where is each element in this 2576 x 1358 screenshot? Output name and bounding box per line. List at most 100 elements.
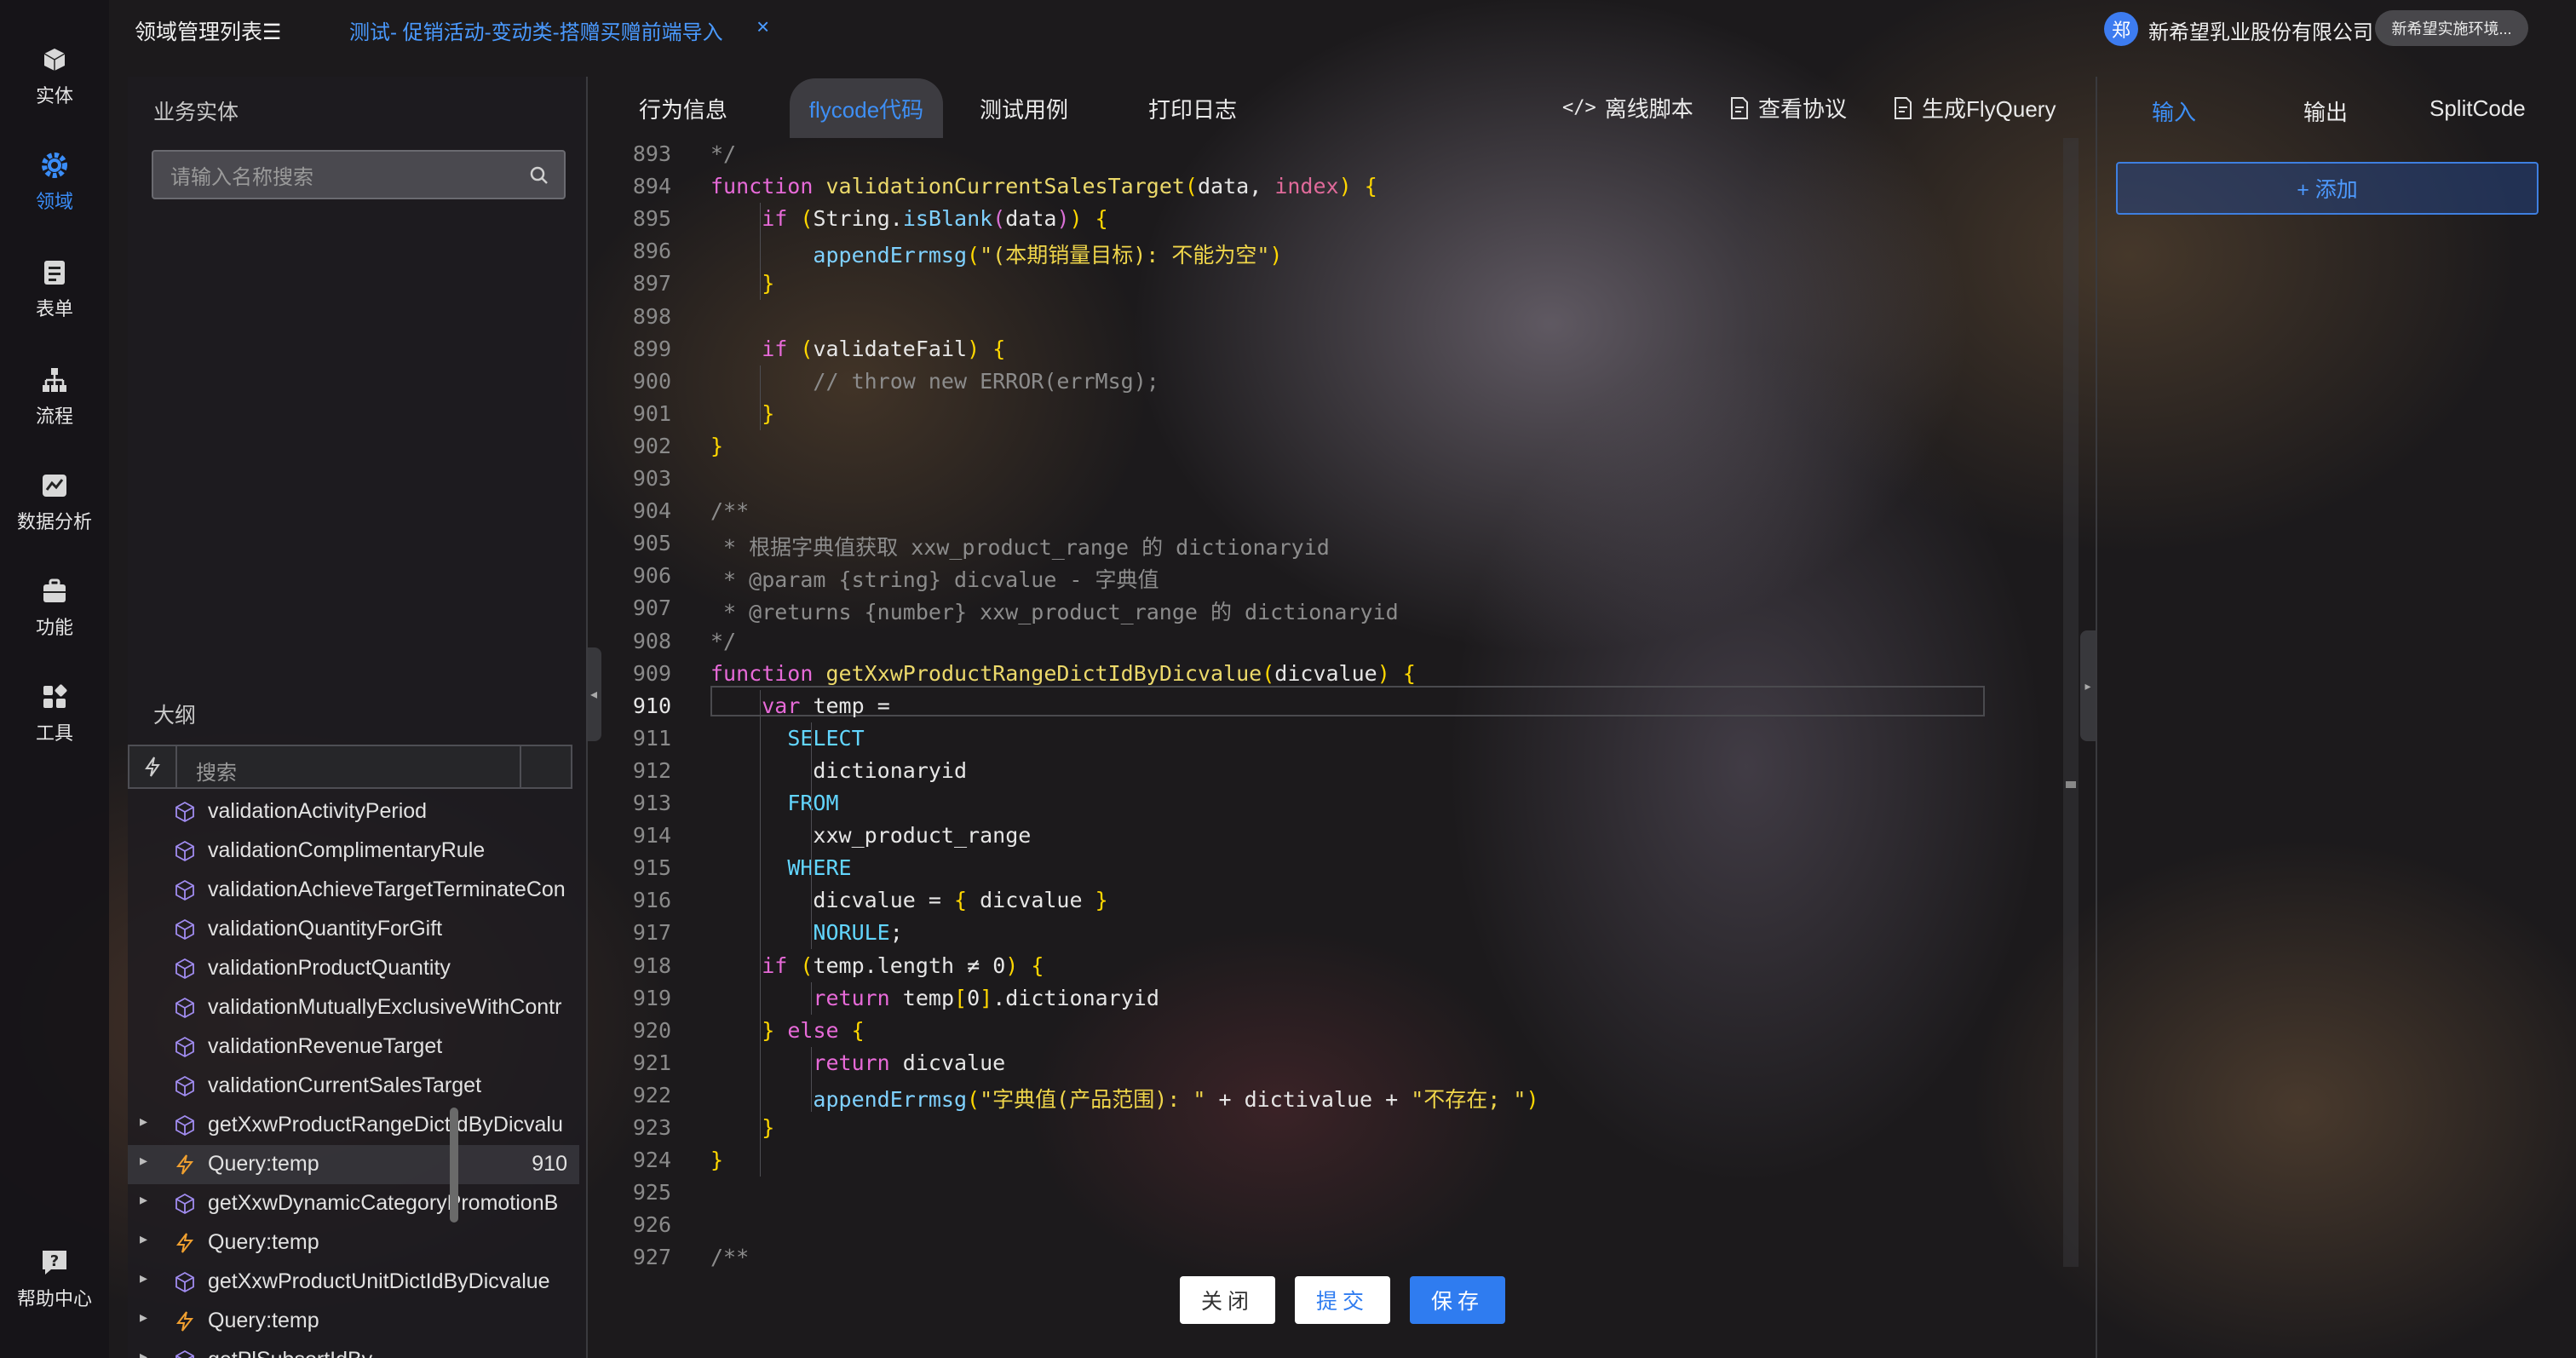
code-text[interactable]: } else { [710,1018,864,1043]
expand-caret-icon[interactable]: ▸ [140,1269,147,1287]
code-text[interactable]: var temp = [710,693,890,718]
code-text[interactable]: SELECT [710,726,864,751]
expand-caret-icon[interactable]: ▸ [140,1152,147,1170]
code-line[interactable]: 919 return temp[0].dictionaryid [615,982,2079,1015]
code-line[interactable]: 917 NORULE; [615,917,2079,949]
expand-caret-icon[interactable]: ▸ [140,1191,147,1209]
nav-item-entity[interactable]: 实体 [0,34,109,119]
code-text[interactable]: } [710,271,774,296]
outline-item[interactable]: ▸ getPlSubsortIdBy... [128,1341,579,1358]
code-text[interactable]: /** [710,498,749,523]
generate-flyquery-button[interactable]: 生成FlyQuery [1893,92,2056,124]
code-line[interactable]: 925 [615,1177,2079,1209]
outline-item[interactable]: ▸ getXxwProductRangeDictIdByDicvalu [128,1106,579,1145]
add-input-button[interactable]: + 添加 [2116,162,2539,215]
close-button[interactable]: 关闭 [1180,1276,1275,1324]
outline-item[interactable]: validationRevenueTarget [128,1027,579,1067]
code-line[interactable]: 893 */ [615,138,2079,170]
nav-item-function[interactable]: 功能 [0,566,109,651]
code-text[interactable]: function validationCurrentSalesTarget(da… [710,174,1377,199]
code-line[interactable]: 923 } [615,1112,2079,1144]
code-text[interactable]: } [710,1148,723,1172]
outline-search-input[interactable]: 搜索 [128,745,572,789]
close-icon[interactable]: × [756,14,769,40]
outline-item[interactable]: ▸ getXxwDynamicCategoryPromotionB [128,1184,579,1223]
tab-splitcode[interactable]: SplitCode [2429,95,2526,122]
code-line[interactable]: 922 appendErrmsg("字典值(产品范围): " + dictiva… [615,1079,2079,1112]
code-line[interactable]: 920 } else { [615,1015,2079,1047]
code-text[interactable]: appendErrmsg("(本期销量目标): 不能为空") [710,239,1282,269]
view-protocol-button[interactable]: 查看协议 [1729,92,1847,124]
code-text[interactable]: * @param {string} dicvalue - 字典值 [710,563,1159,594]
code-line[interactable]: 910 var temp = [615,690,2079,722]
code-line[interactable]: 895 if (String.isBlank(data)) { [615,203,2079,235]
code-text[interactable]: return dicvalue [710,1050,1005,1075]
collapse-left-handle[interactable]: ◂ [586,647,601,741]
code-line[interactable]: 902} [615,430,2079,463]
avatar[interactable]: 郑 [2104,12,2138,46]
submit-button[interactable]: 提交 [1295,1276,1390,1324]
bolt-icon[interactable] [129,746,177,787]
code-text[interactable]: dictionaryid [710,758,967,783]
outline-item[interactable]: validationAchieveTargetTerminateCon [128,871,579,910]
expand-caret-icon[interactable]: ▸ [140,1309,147,1326]
code-line[interactable]: 904 /** [615,495,2079,527]
code-line[interactable]: 898 [615,301,2079,333]
outline-item[interactable]: validationComplimentaryRule [128,831,579,871]
code-line[interactable]: 897 } [615,268,2079,300]
editor-scrollbar[interactable] [2063,138,2079,1267]
expand-caret-icon[interactable]: ▸ [140,1230,147,1248]
code-text[interactable]: appendErrmsg("字典值(产品范围): " + dictivalue … [710,1083,1538,1113]
code-text[interactable]: * @returns {number} xxw_product_range 的 … [710,596,1399,626]
tab-output[interactable]: 输出 [2303,95,2348,127]
environment-badge[interactable]: 新希望实施环境... [2375,10,2528,46]
outline-item[interactable]: ▸ Query:temp [128,1223,579,1263]
nav-item-form[interactable]: 表单 [0,247,109,332]
nav-item-domain[interactable]: 领域 [0,140,109,225]
code-text[interactable]: */ [710,629,736,653]
code-line[interactable]: 918 if (temp.length ≠ 0) { [615,950,2079,982]
code-text[interactable]: } [710,1115,774,1140]
outline-item-selected[interactable]: ▸ Query:temp 910 [128,1145,579,1184]
code-text[interactable]: if (String.isBlank(data)) { [710,206,1108,231]
tab-print-log[interactable]: 打印日志 [1124,78,1261,138]
tab-test-cases[interactable]: 测试用例 [956,78,1092,138]
outline-item[interactable]: ▸ Query:temp [128,1302,579,1341]
code-line[interactable]: 901 } [615,398,2079,430]
nav-item-flow[interactable]: 流程 [0,354,109,440]
code-text[interactable]: if (validateFail) { [710,337,1005,361]
nav-item-analytics[interactable]: 数据分析 [0,460,109,545]
outline-item[interactable]: validationMutuallyExclusiveWithContr [128,988,579,1027]
code-text[interactable]: NORULE; [710,920,902,945]
outline-search-action[interactable] [520,746,571,787]
code-text[interactable]: } [710,401,774,426]
code-line[interactable]: 916 dicvalue = { dicvalue } [615,884,2079,917]
code-line[interactable]: 907 * @returns {number} xxw_product_rang… [615,592,2079,624]
code-text[interactable]: * 根据字典值获取 xxw_product_range 的 dictionary… [710,531,1330,561]
code-text[interactable]: // throw new ERROR(errMsg); [710,369,1159,394]
code-line[interactable]: 915 WHERE [615,852,2079,884]
code-line[interactable]: 926 [615,1209,2079,1241]
entity-search-input[interactable]: 请输入名称搜索 [152,150,566,199]
code-text[interactable]: xxw_product_range [710,823,1031,848]
code-line[interactable]: 921 return dicvalue [615,1047,2079,1079]
code-line[interactable]: 906 * @param {string} dicvalue - 字典值 [615,560,2079,592]
code-line[interactable]: 913 FROM [615,787,2079,820]
code-text[interactable]: return temp[0].dictionaryid [710,986,1159,1010]
code-line[interactable]: 912 dictionaryid [615,755,2079,787]
outline-item[interactable]: validationQuantityForGift [128,910,579,949]
code-line[interactable]: 914 xxw_product_range [615,820,2079,852]
expand-caret-icon[interactable]: ▸ [140,1113,147,1131]
right-panel-divider[interactable] [2096,77,2097,1358]
code-line[interactable]: 900 // throw new ERROR(errMsg); [615,365,2079,398]
tab-input[interactable]: 输入 [2152,95,2196,127]
nav-item-tools[interactable]: 工具 [0,671,109,757]
code-text[interactable]: } [710,434,723,458]
outline-scrollbar[interactable] [450,1108,458,1223]
code-line[interactable]: 911 SELECT [615,722,2079,755]
code-text[interactable]: */ [710,141,736,166]
code-line[interactable]: 899 if (validateFail) { [615,333,2079,365]
outline-item[interactable]: validationCurrentSalesTarget [128,1067,579,1106]
editor-scroll-thumb[interactable] [2066,781,2076,788]
code-line[interactable]: 896 appendErrmsg("(本期销量目标): 不能为空") [615,235,2079,268]
